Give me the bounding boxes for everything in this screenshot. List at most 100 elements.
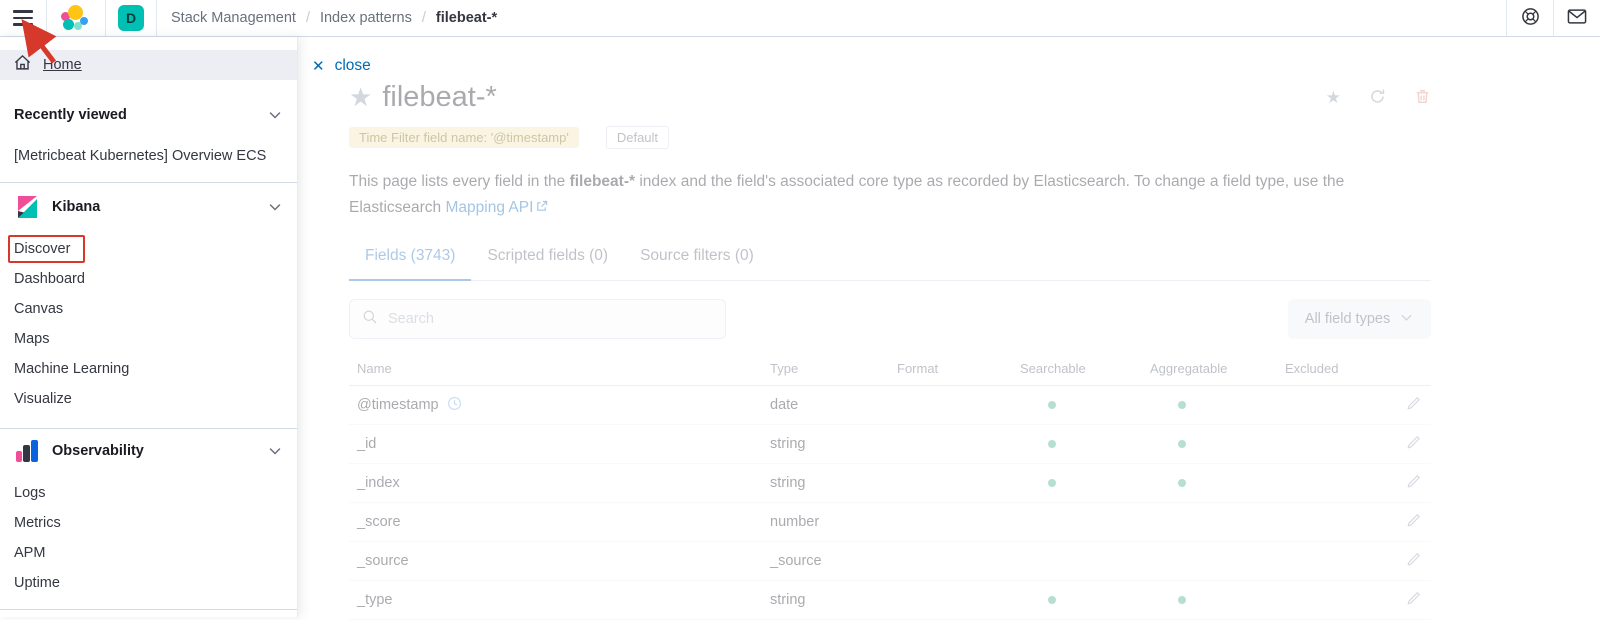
chevron-down-icon[interactable] [267, 443, 283, 459]
breadcrumb-separator: / [422, 10, 426, 26]
sidebar-item-canvas[interactable]: Canvas [0, 294, 297, 324]
sidebar-nav: Home Recently viewed [Metricbeat Kuberne… [0, 37, 298, 617]
field-aggregatable [1142, 475, 1277, 491]
edit-field-button[interactable] [1387, 474, 1431, 493]
field-aggregatable [1142, 397, 1277, 413]
sidebar-item-uptime[interactable]: Uptime [0, 568, 297, 598]
sidebar-item-logs[interactable]: Logs [0, 478, 297, 508]
sidebar-divider [0, 182, 297, 183]
home-icon [14, 54, 31, 76]
breadcrumb-item-filebeat: filebeat-* [436, 10, 497, 26]
help-button[interactable] [1507, 0, 1553, 36]
table-body: @timestampdate_idstring_indexstring_scor… [349, 386, 1431, 620]
main-panel: ✕ close ★ filebeat-* ★ [299, 37, 1600, 617]
pencil-icon [1406, 591, 1421, 610]
close-button[interactable]: close [335, 57, 371, 75]
sidebar-item-machine-learning[interactable]: Machine Learning [0, 354, 297, 384]
sidebar-home-label: Home [43, 57, 82, 73]
pencil-icon [1406, 513, 1421, 532]
close-row: ✕ close [299, 37, 1600, 75]
sidebar-item-home[interactable]: Home [0, 50, 297, 80]
sidebar-item-visualize[interactable]: Visualize [0, 384, 297, 414]
sidebar-item-dashboard[interactable]: Dashboard [0, 264, 297, 294]
pencil-icon [1406, 552, 1421, 571]
section-title: Recently viewed [14, 107, 127, 123]
clock-icon [447, 396, 462, 415]
column-header-searchable: Searchable [1012, 361, 1142, 376]
mapping-api-link[interactable]: Mapping API [445, 199, 533, 216]
table-row-index: _indexstring [349, 464, 1431, 503]
sidebar-item-maps[interactable]: Maps [0, 324, 297, 354]
field-type-filter[interactable]: All field types [1288, 299, 1431, 339]
breadcrumb: Stack Management/Index patterns/filebeat… [171, 10, 497, 26]
observability-logo-icon [14, 438, 40, 464]
trash-icon [1414, 88, 1431, 108]
sidebar-divider [0, 609, 297, 610]
sidebar-item-discover[interactable]: Discover [0, 234, 297, 264]
chevron-down-icon [1399, 310, 1414, 329]
search-icon [362, 309, 378, 330]
menu-button[interactable] [0, 0, 46, 36]
table-row-source: _source_source [349, 542, 1431, 581]
pencil-icon [1406, 474, 1421, 493]
aggregatable-dot-icon [1178, 401, 1186, 409]
table-row-timestamp: @timestampdate [349, 386, 1431, 425]
badge-row: Time Filter field name: '@timestamp' Defa… [349, 126, 1431, 149]
table-header: NameTypeFormatSearchableAggregatableExcl… [349, 361, 1431, 386]
header-divider [105, 0, 106, 36]
edit-field-button[interactable] [1387, 396, 1431, 415]
sidebar-item-apm[interactable]: APM [0, 538, 297, 568]
star-icon: ★ [349, 82, 372, 113]
searchable-dot-icon [1048, 440, 1056, 448]
page-title: filebeat-* [382, 81, 496, 114]
table-row-type: _typestring [349, 581, 1431, 620]
badge-default: Default [606, 126, 669, 149]
column-header-type: Type [762, 361, 889, 376]
edit-field-button[interactable] [1387, 591, 1431, 610]
search-box [349, 299, 726, 339]
chevron-down-icon[interactable] [267, 107, 283, 123]
close-icon[interactable]: ✕ [312, 59, 325, 74]
refresh-icon [1369, 88, 1386, 108]
annotation-box [8, 235, 85, 263]
elastic-logo-icon[interactable] [55, 4, 97, 32]
aggregatable-dot-icon [1178, 596, 1186, 604]
tab-fields-3743[interactable]: Fields (3743) [349, 247, 471, 281]
section-title: Kibana [52, 199, 100, 215]
search-input[interactable] [388, 311, 713, 327]
refresh-button[interactable] [1369, 88, 1386, 108]
badge-time-filter-field-name-timesta: Time Filter field name: '@timestamp' [349, 127, 579, 148]
tab-source-filters-0[interactable]: Source filters (0) [624, 247, 770, 280]
field-searchable [1012, 436, 1142, 452]
edit-field-button[interactable] [1387, 552, 1431, 571]
pencil-icon [1406, 396, 1421, 415]
field-type-filter-label: All field types [1305, 311, 1390, 327]
chevron-down-icon[interactable] [267, 199, 283, 215]
top-header: D Stack Management/Index patterns/filebe… [0, 0, 1600, 37]
field-name: _score [349, 514, 762, 530]
header-divider [156, 0, 157, 36]
breadcrumb-item-index-patterns[interactable]: Index patterns [320, 10, 412, 26]
breadcrumb-item-stack-management[interactable]: Stack Management [171, 10, 296, 26]
mail-icon [1567, 9, 1587, 27]
edit-field-button[interactable] [1387, 513, 1431, 532]
column-header-excluded: Excluded [1277, 361, 1387, 376]
searchable-dot-icon [1048, 401, 1056, 409]
newsfeed-button[interactable] [1554, 0, 1600, 36]
aggregatable-dot-icon [1178, 479, 1186, 487]
field-name: _source [349, 553, 762, 569]
searchable-dot-icon [1048, 596, 1056, 604]
field-searchable [1012, 592, 1142, 608]
external-link-icon [535, 200, 548, 217]
pencil-icon [1406, 435, 1421, 454]
space-avatar[interactable]: D [118, 5, 144, 31]
set-default-button[interactable]: ★ [1326, 88, 1341, 108]
edit-field-button[interactable] [1387, 435, 1431, 454]
field-name: _id [349, 436, 762, 452]
sidebar-section-kibana: Kibana DiscoverDashboardCanvasMapsMachin… [0, 192, 297, 414]
tab-scripted-fields-0[interactable]: Scripted fields (0) [471, 247, 624, 280]
sidebar-item-metrics[interactable]: Metrics [0, 508, 297, 538]
delete-button[interactable] [1414, 88, 1431, 108]
header-divider [46, 0, 47, 36]
sidebar-item-metricbeat-kubernetes-overview-ecs[interactable]: [Metricbeat Kubernetes] Overview ECS [0, 141, 297, 171]
